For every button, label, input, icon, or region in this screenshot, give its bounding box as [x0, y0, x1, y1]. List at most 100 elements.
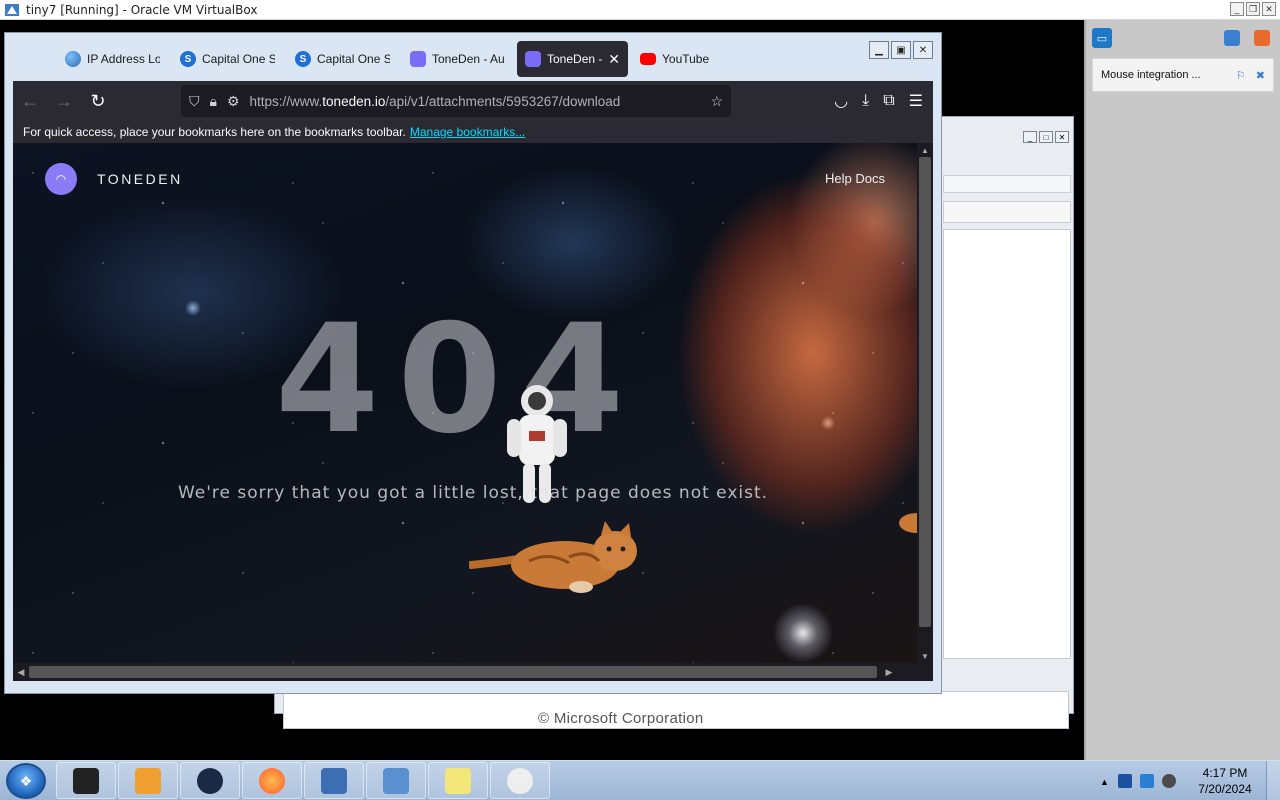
tracking-protection-icon[interactable]: ⛉ — [189, 93, 200, 110]
dialog-header-strip — [943, 201, 1071, 223]
menu-icon[interactable]: ☰ — [909, 91, 923, 111]
network-tray-icon[interactable] — [1140, 774, 1154, 788]
taskbar-sticky-notes[interactable] — [428, 762, 488, 799]
extensions-icon[interactable]: ⧉ — [883, 92, 894, 110]
close-button[interactable]: ✕ — [1262, 2, 1276, 16]
hide-panel-icon[interactable] — [1224, 30, 1240, 46]
media-player-icon — [135, 767, 161, 794]
tab-toneden-active[interactable]: ToneDen - ✕ — [517, 41, 628, 77]
pin-icon[interactable]: ⚐ — [1236, 69, 1246, 82]
back-button[interactable]: ← — [13, 86, 47, 116]
clear-all-icon[interactable] — [1254, 30, 1270, 46]
tab-label: Capital One S — [202, 52, 275, 66]
taskbar-virtualbox[interactable] — [304, 762, 364, 799]
dialog-close-button[interactable]: ✕ — [1055, 131, 1069, 143]
dialog-maximize-button[interactable]: □ — [1039, 131, 1053, 143]
tab-capital-one-2[interactable]: S Capital One S — [287, 41, 398, 77]
scroll-down-icon[interactable]: ▼ — [917, 649, 933, 663]
taskbar-tiny7[interactable] — [366, 762, 426, 799]
navigation-toolbar: ← → ↻ ⛉ 🔒︎ ⚙ https://www.toneden.io/api/… — [13, 81, 933, 121]
help-docs-link[interactable]: Help Docs — [825, 171, 885, 186]
vertical-scrollbar[interactable]: ▲ ▼ — [917, 143, 933, 663]
show-desktop-button[interactable] — [1266, 761, 1280, 800]
taskbar-firefox[interactable] — [242, 762, 302, 799]
notification-center-icon[interactable]: ▭ — [1092, 28, 1112, 48]
scroll-right-icon[interactable]: ▶ — [881, 663, 897, 681]
download-icon[interactable]: ⤓ — [862, 92, 869, 110]
taskbar-terminal[interactable] — [56, 762, 116, 799]
tray-app-icon[interactable] — [1118, 774, 1132, 788]
network-icon — [197, 767, 223, 794]
system-tray: ▲ 4:17 PM 7/20/2024 — [1092, 761, 1280, 800]
tab-label: ToneDen - Au — [432, 52, 505, 66]
dialog-content-pane — [943, 229, 1071, 659]
address-bar[interactable]: ⛉ 🔒︎ ⚙ https://www.toneden.io/api/v1/att… — [181, 85, 731, 117]
minimize-button[interactable]: _ — [1230, 2, 1244, 16]
close-tab-icon[interactable]: ✕ — [608, 51, 620, 68]
notification-text: Mouse integration ... — [1101, 69, 1201, 81]
tab-label: YouTube — [662, 52, 710, 66]
horizontal-scroll-thumb[interactable] — [29, 666, 877, 678]
tiny7-icon — [383, 767, 409, 794]
ff-maximize-button[interactable]: ▣ — [891, 41, 911, 59]
tab-toneden-1[interactable]: ToneDen - Au — [402, 41, 513, 77]
start-button[interactable]: ❖ — [6, 763, 46, 799]
reload-button[interactable]: ↻ — [81, 86, 115, 116]
vertical-scroll-thumb[interactable] — [919, 157, 931, 627]
tab-capital-one-1[interactable]: S Capital One S — [172, 41, 283, 77]
pocket-icon[interactable]: ◡ — [834, 91, 848, 111]
restore-button[interactable]: ❐ — [1246, 2, 1260, 16]
firefox-icon — [259, 767, 285, 794]
taskbar-media-player[interactable] — [118, 762, 178, 799]
vm-screen[interactable]: _ □ ✕ © Microsoft Corporation IP Address… — [0, 20, 1084, 760]
url-prefix: https://www. — [249, 93, 323, 109]
tab-youtube[interactable]: YouTube — [632, 41, 743, 77]
volume-icon[interactable] — [1162, 774, 1176, 788]
bookmarks-message: For quick access, place your bookmarks h… — [23, 125, 406, 139]
page-content[interactable]: ◠ TONEDEN Help Docs 404 We're sorry that… — [13, 143, 917, 663]
toneden-icon — [525, 51, 541, 67]
notification-actions: ⚐ ✖ — [1236, 69, 1265, 82]
brand-name[interactable]: TONEDEN — [97, 171, 183, 187]
show-hidden-icons-icon[interactable]: ▲ — [1100, 777, 1110, 787]
forward-button[interactable]: → — [47, 86, 81, 116]
dialog-minimize-button[interactable]: _ — [1023, 131, 1037, 143]
taskbar-alien[interactable] — [490, 762, 550, 799]
ff-minimize-button[interactable]: ▁ — [869, 41, 889, 59]
virtualbox-app-icon — [5, 3, 19, 16]
cat-edge-image — [899, 513, 917, 533]
taskbar-apps — [56, 762, 550, 799]
url-domain: toneden.io — [322, 93, 386, 109]
capital-one-icon: S — [295, 51, 311, 67]
clock[interactable]: 4:17 PM 7/20/2024 — [1184, 765, 1266, 797]
dismiss-icon[interactable]: ✖ — [1256, 69, 1265, 82]
tab-label: Capital One S — [317, 52, 390, 66]
toolbar-right: ◡ ⤓ ⧉ ☰ — [834, 81, 923, 121]
manage-bookmarks-link[interactable]: Manage bookmarks... — [410, 125, 525, 139]
notification-item[interactable]: Mouse integration ... ⚐ ✖ — [1092, 58, 1274, 92]
tray-icons: ▲ — [1092, 774, 1184, 788]
horizontal-scrollbar[interactable]: ◀ ▶ — [13, 663, 933, 681]
terminal-icon — [73, 767, 99, 794]
permissions-icon[interactable]: ⚙ — [227, 93, 240, 110]
tab-label: ToneDen - — [547, 52, 603, 66]
window-title: tiny7 [Running] - Oracle VM VirtualBox — [26, 2, 258, 17]
firefox-window: IP Address Lo S Capital One S S Capital … — [4, 32, 942, 694]
star-icon[interactable]: ☆ — [710, 93, 723, 110]
toneden-icon — [410, 51, 426, 67]
ff-close-button[interactable]: ✕ — [913, 41, 933, 59]
clock-date: 7/20/2024 — [1198, 782, 1252, 796]
error-message: We're sorry that you got a little lost, … — [177, 483, 769, 503]
toneden-logo-icon[interactable]: ◠ — [45, 163, 77, 195]
tab-ip-address[interactable]: IP Address Lo — [57, 41, 168, 77]
scroll-left-icon[interactable]: ◀ — [13, 663, 29, 681]
host-window-controls: _ ❐ ✕ — [1230, 2, 1276, 16]
scroll-up-icon[interactable]: ▲ — [917, 143, 933, 157]
cat-image — [469, 521, 637, 593]
taskbar-network[interactable] — [180, 762, 240, 799]
lock-icon[interactable]: 🔒︎ — [210, 93, 217, 110]
notification-header-icons — [1224, 30, 1270, 46]
virtualbox-icon — [321, 767, 347, 794]
alien-icon — [507, 767, 533, 794]
url-text[interactable]: https://www.toneden.io/api/v1/attachment… — [250, 94, 701, 109]
